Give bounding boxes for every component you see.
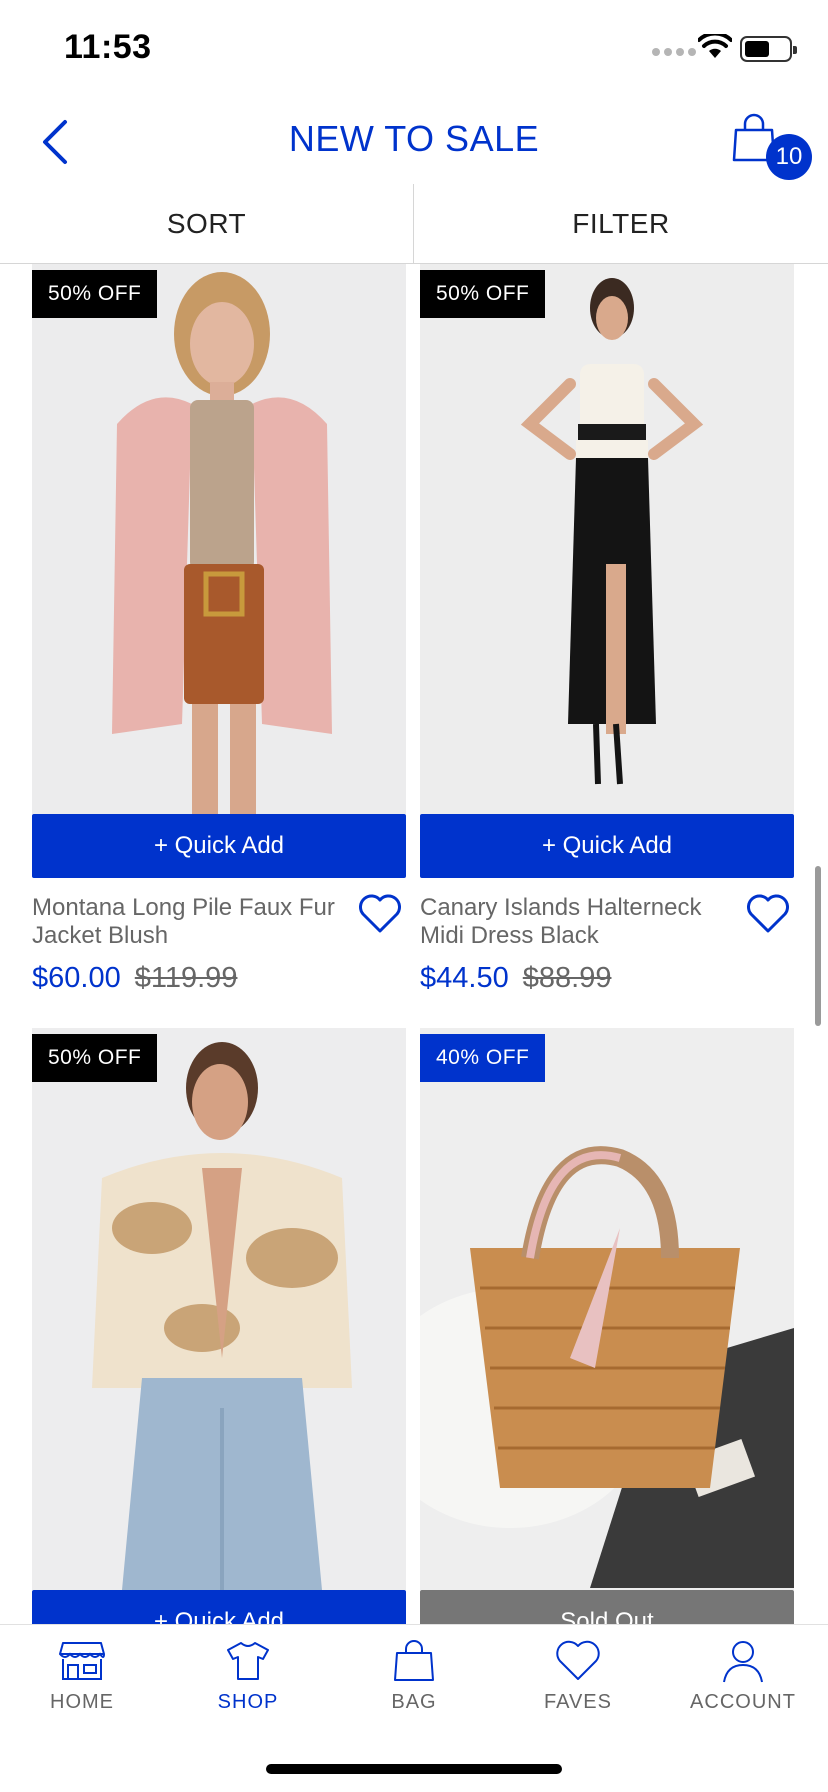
fave-button[interactable] <box>746 894 794 942</box>
tab-bag[interactable]: BAG <box>339 1639 489 1739</box>
heart-icon <box>556 1640 600 1680</box>
product-image[interactable]: 50% OFF <box>32 1028 406 1590</box>
tab-shop[interactable]: SHOP <box>173 1639 323 1739</box>
sort-filter-bar: SORT FILTER <box>0 184 828 264</box>
filter-button[interactable]: FILTER <box>414 184 828 263</box>
cellular-signal-icon <box>652 48 696 56</box>
model-faux-fur-bomber-image <box>32 1028 406 1590</box>
product-image[interactable]: 40% OFF <box>420 1028 794 1590</box>
discount-badge: 50% OFF <box>420 270 546 318</box>
tab-label: ACCOUNT <box>690 1691 796 1713</box>
tab-account[interactable]: ACCOUNT <box>668 1639 818 1739</box>
bag-icon <box>394 1640 434 1681</box>
fave-button[interactable] <box>358 894 406 942</box>
bag-count-badge: 10 <box>766 134 812 180</box>
price-row: $44.50 $88.99 <box>420 962 794 995</box>
product-name[interactable]: Canary Islands Halterneck Midi Dress Bla… <box>420 894 740 950</box>
store-icon <box>59 1642 105 1680</box>
discount-badge: 50% OFF <box>32 270 158 318</box>
header: NEW TO SALE 10 <box>0 100 828 184</box>
product-card[interactable]: 50% OFF + Quick Add Canary Islands Halte… <box>420 264 794 995</box>
person-icon <box>723 1641 763 1683</box>
tab-faves[interactable]: FAVES <box>503 1639 653 1739</box>
model-halterneck-dress-image <box>420 264 794 814</box>
bag-button[interactable]: 10 <box>728 112 812 182</box>
status-bar: 11:53 <box>0 0 828 100</box>
page-title: NEW TO SALE <box>288 118 540 159</box>
price-row: $60.00 $119.99 <box>32 962 406 995</box>
sort-button[interactable]: SORT <box>0 184 414 263</box>
tab-label: FAVES <box>544 1691 612 1713</box>
home-indicator <box>266 1764 562 1774</box>
discount-badge: 50% OFF <box>32 1034 158 1082</box>
tab-label: BAG <box>391 1691 437 1713</box>
tab-label: SHOP <box>217 1691 279 1713</box>
scrollbar[interactable] <box>815 866 821 1026</box>
sale-price: $44.50 <box>420 962 509 994</box>
battery-icon <box>740 36 797 62</box>
product-grid: 50% OFF + Quick Add Montana Long Pile Fa… <box>0 264 828 1624</box>
tab-home[interactable]: HOME <box>7 1639 157 1739</box>
quick-add-button[interactable]: + Quick Add <box>420 814 794 878</box>
product-card[interactable]: 50% OFF + Quick Add Montana Long Pile Fa… <box>32 264 406 995</box>
model-fur-jacket-image <box>32 264 406 814</box>
product-card[interactable]: 40% OFF Sold Out <box>420 1028 794 1624</box>
heart-icon <box>359 894 401 933</box>
product-name[interactable]: Montana Long Pile Faux Fur Jacket Blush <box>32 894 352 950</box>
sold-out-button: Sold Out <box>420 1590 794 1624</box>
sale-price: $60.00 <box>32 962 121 994</box>
tshirt-icon <box>227 1642 269 1680</box>
quick-add-button[interactable]: + Quick Add <box>32 814 406 878</box>
status-time: 11:53 <box>64 28 152 66</box>
original-price: $119.99 <box>134 962 238 994</box>
product-image[interactable]: 50% OFF <box>420 264 794 814</box>
product-image[interactable]: 50% OFF <box>32 264 406 814</box>
wifi-icon <box>698 34 732 58</box>
heart-icon <box>747 894 789 933</box>
product-info: Canary Islands Halterneck Midi Dress Bla… <box>420 894 794 995</box>
discount-badge: 40% OFF <box>420 1034 546 1082</box>
product-info: Montana Long Pile Faux Fur Jacket Blush … <box>32 894 406 995</box>
tab-label: HOME <box>50 1691 114 1713</box>
wicker-basket-bag-image <box>420 1028 794 1590</box>
quick-add-button[interactable]: + Quick Add <box>32 1590 406 1624</box>
original-price: $88.99 <box>522 962 612 994</box>
product-card[interactable]: 50% OFF + Quick Add <box>32 1028 406 1624</box>
